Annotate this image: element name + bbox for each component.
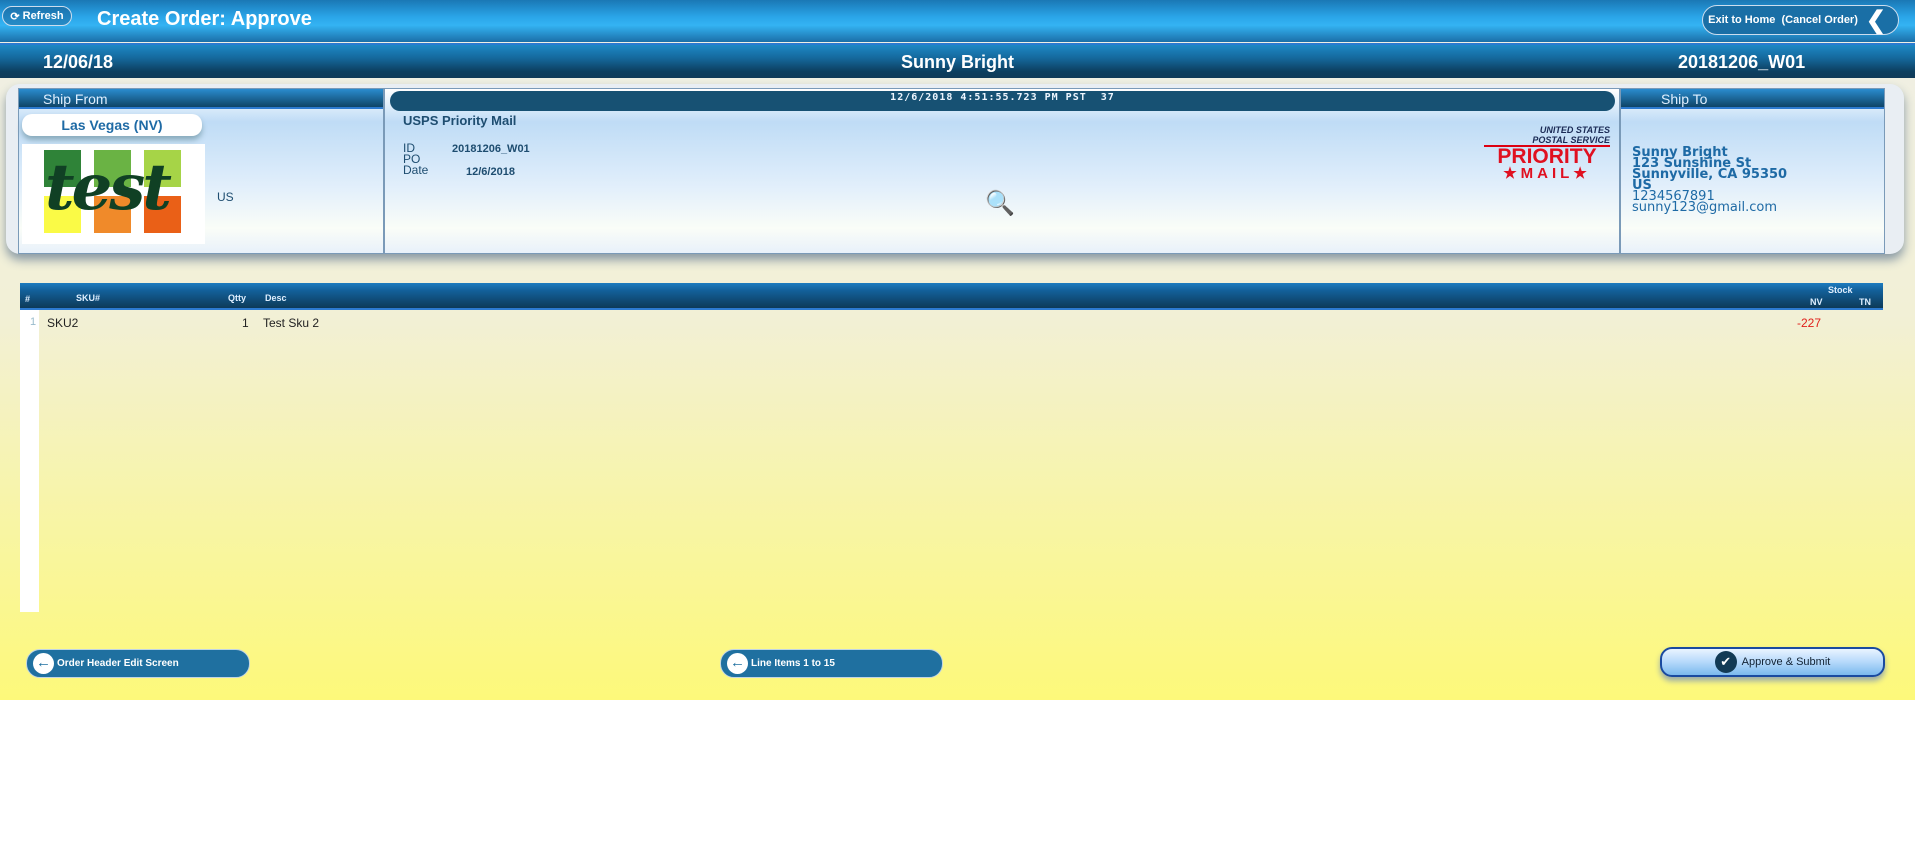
ship-from-panel: Ship From Las Vegas (NV) test US	[18, 88, 384, 254]
customer-name: Sunny Bright	[901, 52, 1014, 72]
row-number-column	[20, 310, 39, 612]
company-logo: test	[22, 144, 205, 244]
line-items-header: # SKU# Qtty Desc Stock NV TN	[20, 283, 1883, 310]
ship-to-panel: Ship To Sunny Bright 123 Sunshine St Sun…	[1620, 88, 1885, 254]
document-search-icon[interactable]: 🔍	[985, 189, 1015, 218]
warehouse-location[interactable]: Las Vegas (NV)	[22, 114, 202, 136]
order-timestamp: 12/6/2018 4:51:55.723 PM PST 37	[890, 92, 1115, 103]
order-info-panels: Ship From Las Vegas (NV) test US 12/6/20…	[6, 84, 1904, 254]
chevron-left-icon: ❮	[1865, 6, 1886, 34]
carrier-name: USPS Priority Mail	[403, 113, 517, 128]
line-items-button[interactable]: ← Line Items 1 to 15	[720, 649, 943, 678]
usps-priority-mail-logo: UNITED STATES POSTAL SERVICE PRIORITY ★MA…	[1484, 125, 1610, 181]
order-id: 20181206_W01	[1678, 52, 1806, 72]
top-bar: ⟳ Refresh Create Order: Approve Exit to H…	[0, 0, 1915, 42]
ship-to-heading: Ship To	[1621, 89, 1884, 109]
exit-to-home-button[interactable]: Exit to Home (Cancel Order) ❮	[1702, 5, 1899, 35]
arrow-left-icon: ←	[33, 653, 54, 674]
stock-nv: -227	[1797, 316, 1822, 330]
ship-from-heading: Ship From	[19, 89, 383, 109]
refresh-button[interactable]: ⟳ Refresh	[2, 6, 72, 26]
checkmark-icon: ✔	[1714, 651, 1737, 673]
approve-submit-button[interactable]: ✔ Approve & Submit	[1660, 647, 1885, 677]
arrow-left-icon: ←	[727, 653, 748, 674]
order-header-edit-button[interactable]: ← Order Header Edit Screen	[26, 649, 250, 678]
page-title: Create Order: Approve	[97, 8, 312, 30]
order-date-value: 12/6/2018	[466, 166, 515, 178]
ship-from-country: US	[217, 190, 234, 204]
refresh-icon: ⟳	[10, 10, 20, 23]
order-id-value: 20181206_W01	[452, 143, 530, 155]
order-details-panel: 12/6/2018 4:51:55.723 PM PST 37 USPS Pri…	[384, 88, 1620, 254]
order-summary-bar: 12/06/18 Sunny Bright 20181206_W01	[0, 43, 1915, 78]
timestamp-bar: 12/6/2018 4:51:55.723 PM PST 37	[390, 91, 1615, 111]
ship-to-address: Sunny Bright 123 Sunshine St Sunnyville,…	[1632, 145, 1788, 215]
